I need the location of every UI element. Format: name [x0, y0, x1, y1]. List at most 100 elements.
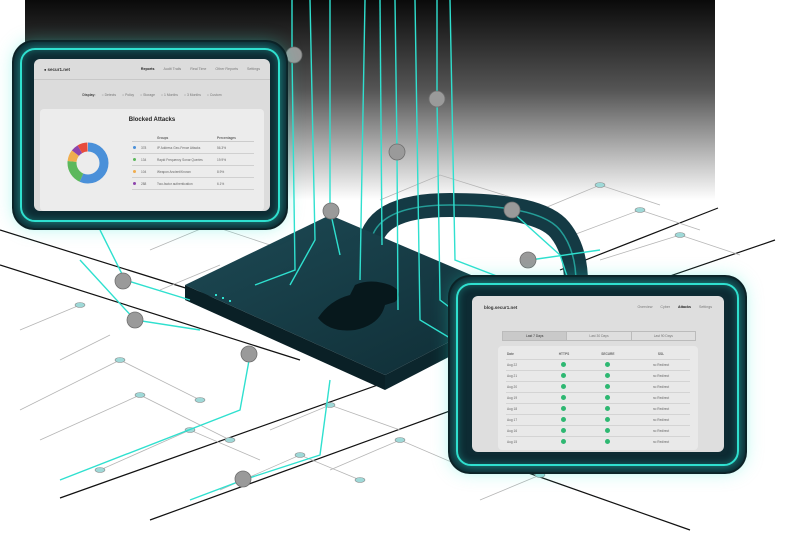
right-nav-bar: blog.secur1.net Overview Cyber Attacks S… — [472, 296, 724, 318]
tab-last-30-days[interactable]: Last 30 Days — [566, 332, 630, 340]
card-title: Blocked Attacks — [128, 117, 176, 123]
row-ssl: no Redirect — [652, 417, 670, 422]
filter-storage[interactable]: ○ Storage — [140, 93, 155, 97]
row-label: IP Address Geo-Fence Attacks — [157, 145, 201, 150]
table-row: Aug 15 no Redirect — [506, 436, 690, 447]
check-icon — [605, 383, 611, 389]
check-icon — [561, 372, 567, 378]
legend-dot — [133, 145, 136, 149]
row-date: Aug 17 — [507, 417, 518, 422]
right-tablet-screen: blog.secur1.net Overview Cyber Attacks S… — [472, 296, 724, 452]
check-icon — [561, 405, 567, 411]
table-row: Aug 18 no Redirect — [506, 403, 690, 414]
nav-reports[interactable]: Reports — [141, 67, 155, 71]
filter-detects[interactable]: ○ Detects — [102, 93, 117, 97]
row-label: Rapid Frequency Sonar Queries — [157, 157, 203, 162]
filter-label: Display: — [82, 93, 96, 97]
col-secure: SECURE — [601, 352, 615, 357]
legend-dot — [133, 157, 136, 161]
check-icon — [561, 416, 567, 422]
nav-attacks[interactable]: Attacks — [678, 305, 691, 309]
row-pct: 6.1% — [217, 181, 225, 186]
left-tablet-screen: ● secur1.net Reports Audit Trails Real T… — [34, 59, 270, 211]
donut-chart — [67, 142, 109, 184]
row-label: Weapon Ancient/Known — [157, 169, 191, 174]
check-icon — [605, 394, 611, 400]
row-value: 288 — [141, 181, 147, 186]
row-pct: 19.9% — [217, 157, 227, 162]
filter-policy[interactable]: ○ Policy — [122, 93, 134, 97]
attacks-table: Groups Percentages 378 IP Address Geo-Fen… — [132, 135, 254, 190]
blocked-attacks-card: Blocked Attacks Groups Percentages 378 I… — [40, 109, 264, 211]
check-icon — [561, 438, 567, 444]
check-icon — [605, 427, 611, 433]
security-illustration: ● secur1.net Reports Audit Trails Real T… — [0, 0, 797, 536]
row-pct: 8.9% — [217, 169, 225, 174]
col-date: Date — [507, 352, 514, 357]
check-icon — [561, 394, 567, 400]
nav-overview[interactable]: Overview — [637, 305, 652, 309]
right-tablet: blog.secur1.net Overview Cyber Attacks S… — [450, 277, 745, 472]
nav-settings-right[interactable]: Settings — [699, 305, 712, 309]
filter-1-months[interactable]: ○ 1 Months — [161, 93, 178, 97]
nav-audit-trails[interactable]: Audit Trails — [163, 67, 181, 71]
row-ssl: no Redirect — [652, 373, 670, 378]
tab-last-90-days[interactable]: Last 90 Days — [630, 332, 695, 340]
row-ssl: no Redirect — [652, 406, 670, 411]
check-icon — [561, 383, 567, 389]
row-ssl: no Redirect — [652, 362, 670, 367]
table-row: Aug 22 no Redirect — [506, 359, 690, 370]
check-icon — [605, 361, 611, 367]
col-ssl: SSL — [657, 352, 665, 357]
nav-real-time[interactable]: Real Time — [190, 67, 206, 71]
row-pct: 56.3% — [217, 145, 227, 150]
check-icon — [561, 427, 567, 433]
range-tabs: Last 7 Days Last 30 Days Last 90 Days — [502, 331, 696, 341]
nav-other-reports[interactable]: Other Reports — [215, 67, 238, 71]
https-table-card: Date HTTPS SECURE SSL Aug 22 no Redirect A… — [498, 346, 698, 450]
legend-dot — [133, 181, 136, 185]
check-icon — [561, 361, 567, 367]
check-icon — [605, 416, 611, 422]
check-icon — [605, 372, 611, 378]
table-row: 288 Two-factor authentication 6.1% — [132, 178, 254, 190]
right-logo[interactable]: blog.secur1.net — [484, 305, 517, 310]
row-ssl: no Redirect — [652, 384, 670, 389]
nav-settings[interactable]: Settings — [247, 67, 260, 71]
menu-icon[interactable]: ● — [44, 67, 46, 72]
row-date: Aug 21 — [507, 373, 518, 378]
table-row: Aug 16 no Redirect — [506, 425, 690, 436]
filter-row: Display: ○ Detects ○ Policy ○ Storage ○ … — [34, 93, 270, 97]
row-date: Aug 20 — [507, 384, 518, 389]
check-icon — [605, 438, 611, 444]
table-row: Aug 17 no Redirect — [506, 414, 690, 425]
table-row: Aug 21 no Redirect — [506, 370, 690, 381]
row-date: Aug 18 — [507, 406, 518, 411]
row-ssl: no Redirect — [652, 395, 670, 400]
nav-cyber[interactable]: Cyber — [660, 305, 670, 309]
tab-last-7-days[interactable]: Last 7 Days — [503, 332, 567, 340]
legend-dot — [133, 169, 136, 173]
row-date: Aug 19 — [507, 395, 518, 400]
filter-3-months[interactable]: ○ 3 Months — [184, 93, 201, 97]
row-label: Two-factor authentication — [157, 181, 193, 186]
row-date: Aug 15 — [507, 439, 518, 444]
col-https: HTTPS — [558, 352, 570, 357]
table-row: 378 IP Address Geo-Fence Attacks 56.3% — [132, 142, 254, 154]
row-ssl: no Redirect — [652, 428, 670, 433]
https-table: Date HTTPS SECURE SSL Aug 22 no Redirect A… — [506, 350, 690, 447]
left-logo[interactable]: ● secur1.net — [44, 67, 70, 72]
row-date: Aug 16 — [507, 428, 518, 433]
table-row: Aug 19 no Redirect — [506, 392, 690, 403]
table-row: 134 Rapid Frequency Sonar Queries 19.9% — [132, 154, 254, 166]
row-value: 378 — [141, 145, 147, 150]
row-value: 104 — [141, 169, 147, 174]
table-row: Aug 20 no Redirect — [506, 381, 690, 392]
table-row: 104 Weapon Ancient/Known 8.9% — [132, 166, 254, 178]
row-ssl: no Redirect — [652, 439, 670, 444]
left-tablet: ● secur1.net Reports Audit Trails Real T… — [14, 42, 286, 228]
row-value: 134 — [141, 157, 147, 162]
check-icon — [605, 405, 611, 411]
filter-custom[interactable]: ○ Custom — [207, 93, 222, 97]
row-date: Aug 22 — [507, 362, 518, 367]
